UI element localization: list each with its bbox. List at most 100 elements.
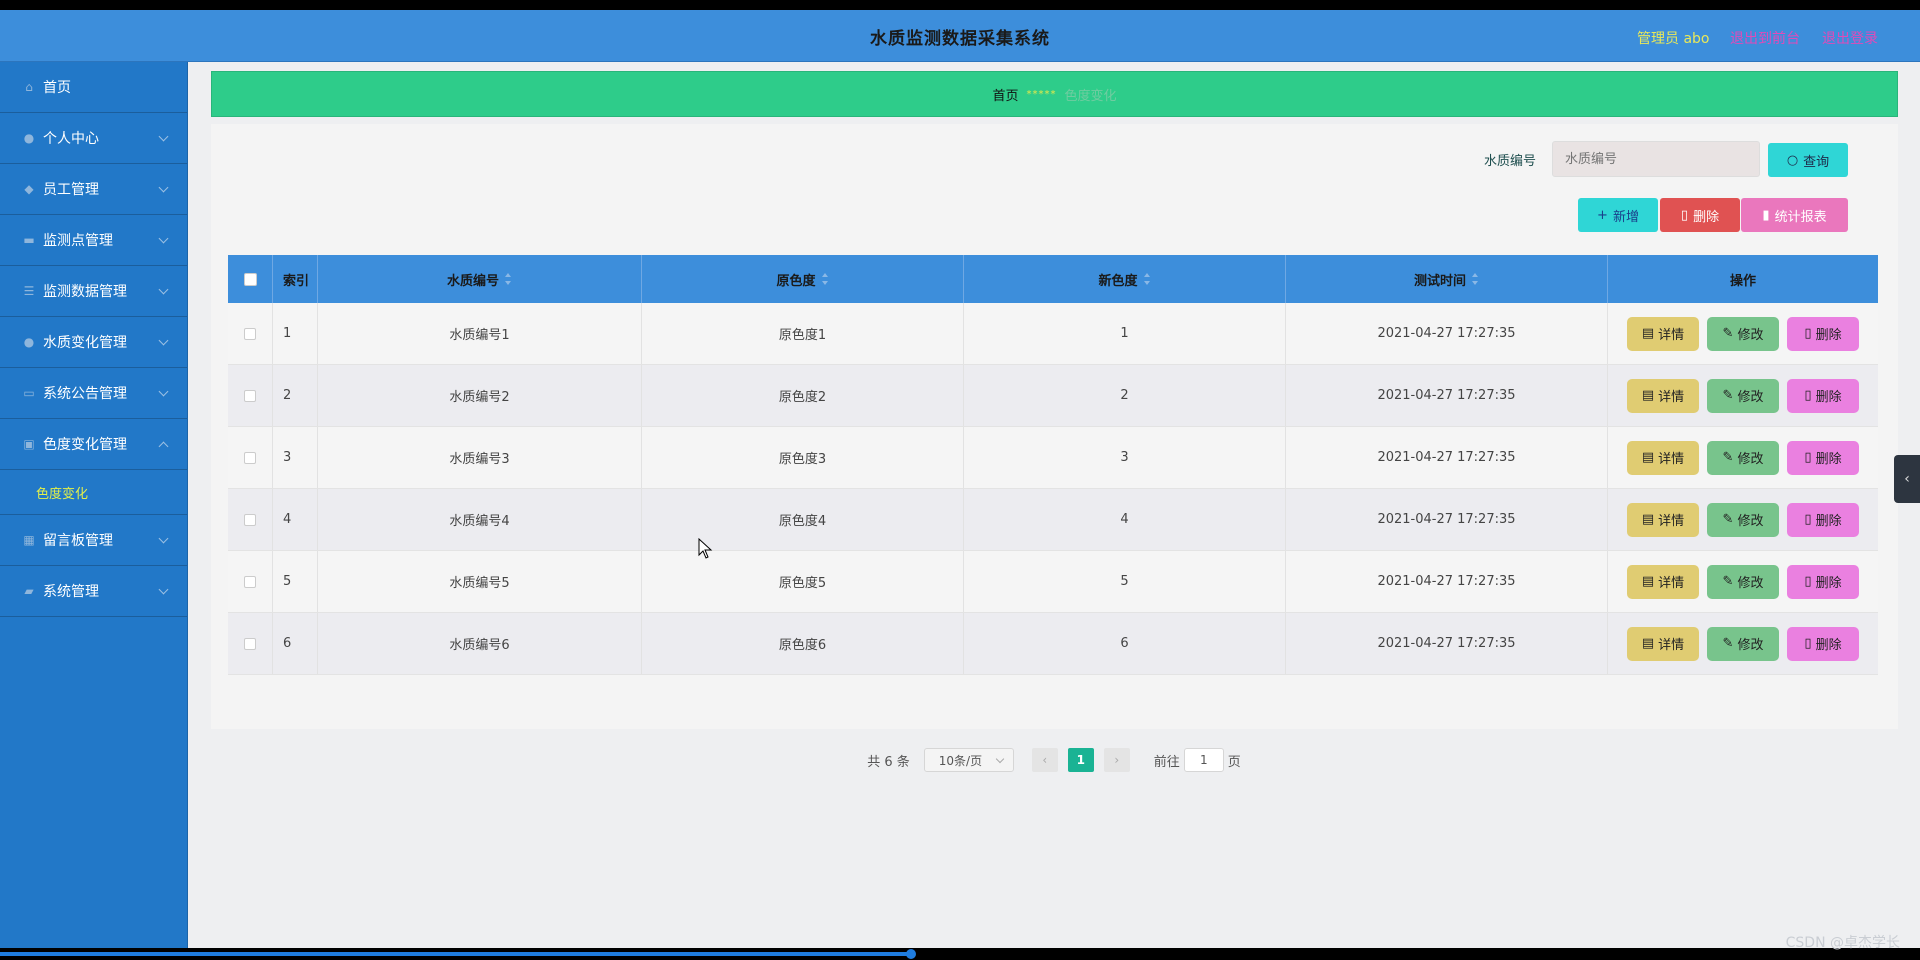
sort-icon[interactable] [1472, 273, 1479, 285]
detail-button[interactable]: ▤ 详情 [1627, 564, 1699, 599]
row-checkbox[interactable] [244, 637, 256, 650]
delete-button[interactable]: ▯ 删除 [1787, 502, 1859, 537]
exit-to-front-link[interactable]: 退出到前台 [1730, 28, 1800, 48]
select-all-checkbox[interactable] [243, 272, 257, 286]
logout-link[interactable]: 退出登录 [1822, 28, 1878, 48]
table-row: 6 水质编号6 原色度6 6 2021-04-27 17:27:35 ▤ 详情 ✎ 修改 ▯ 删除 [228, 613, 1878, 675]
sidebar-item-personal[interactable]: ● 个人中心 [0, 113, 187, 164]
sidebar-item-notice[interactable]: ▭ 系统公告管理 [0, 368, 187, 419]
delete-button[interactable]: ▯ 删除 [1787, 316, 1859, 351]
cell-ops: ▤ 详情 ✎ 修改 ▯ 删除 [1608, 365, 1878, 426]
sidebar-item-staff[interactable]: ◆ 员工管理 [0, 164, 187, 215]
detail-button[interactable]: ▤ 详情 [1627, 316, 1699, 351]
sidebar-item-label: 水质变化管理 [43, 335, 127, 351]
query-button[interactable]: ○ 查询 [1768, 143, 1848, 177]
detail-button[interactable]: ▤ 详情 [1627, 626, 1699, 661]
header-index: 索引 [273, 255, 318, 303]
cell-new: 6 [964, 613, 1286, 674]
page-size-select[interactable]: 10条/页 [923, 748, 1014, 772]
sort-icon[interactable] [1143, 273, 1151, 285]
mouse-cursor [698, 538, 713, 559]
sort-icon[interactable] [505, 273, 512, 285]
header-time[interactable]: 测试时间 [1286, 255, 1608, 303]
edit-button[interactable]: ✎ 修改 [1707, 378, 1779, 413]
sidebar-subitem-color-change[interactable]: 色度变化 [0, 470, 187, 515]
row-checkbox[interactable] [244, 327, 256, 340]
chevron-down-icon [158, 386, 169, 397]
edit-button[interactable]: ✎ 修改 [1707, 502, 1779, 537]
row-checkbox[interactable] [244, 451, 256, 464]
page-number-button[interactable]: 1 [1067, 748, 1094, 772]
app-header: 水质监测数据采集系统 管理员 abo 退出到前台 退出登录 [0, 10, 1920, 62]
collapse-panel-button[interactable]: ‹ [1894, 455, 1920, 503]
next-page-button[interactable]: › [1103, 748, 1130, 772]
edit-button[interactable]: ✎ 修改 [1707, 316, 1779, 351]
detail-button-label: 详情 [1658, 328, 1685, 343]
notice-icon: ▭ [23, 386, 35, 400]
sidebar-item-label: 留言板管理 [43, 533, 113, 549]
detail-button[interactable]: ▤ 详情 [1627, 502, 1699, 537]
prev-page-button[interactable]: ‹ [1031, 748, 1058, 772]
video-progress-knob[interactable] [906, 949, 916, 959]
detail-button-label: 详情 [1658, 638, 1685, 653]
delete-button[interactable]: ▯ 删除 [1787, 564, 1859, 599]
plus-icon: + [1597, 207, 1608, 223]
stat-report-button[interactable]: ▮ 统计报表 [1741, 198, 1848, 232]
cell-code: 水质编号6 [318, 613, 642, 674]
sidebar-item-home[interactable]: ⌂ 首页 [0, 62, 187, 113]
edit-button-label: 修改 [1737, 452, 1764, 467]
cell-time: 2021-04-27 17:27:35 [1286, 551, 1608, 612]
edit-button[interactable]: ✎ 修改 [1707, 440, 1779, 475]
user-icon: ● [23, 335, 35, 349]
cell-ops: ▤ 详情 ✎ 修改 ▯ 删除 [1608, 303, 1878, 364]
chevron-down-icon [158, 533, 169, 544]
edit-button-label: 修改 [1737, 576, 1764, 591]
sidebar-item-color-change[interactable]: ▣ 色度变化管理 [0, 419, 187, 470]
detail-button[interactable]: ▤ 详情 [1627, 440, 1699, 475]
trash-icon: ▯ [1804, 512, 1812, 527]
chevron-up-icon [158, 441, 169, 452]
sidebar-item-message-board[interactable]: ▦ 留言板管理 [0, 515, 187, 566]
video-progress-bar[interactable] [0, 952, 912, 956]
document-icon: ▤ [1641, 636, 1655, 651]
header-code[interactable]: 水质编号 [318, 255, 642, 303]
document-icon: ▤ [1641, 450, 1655, 465]
cell-orig: 原色度5 [642, 551, 964, 612]
delete-button[interactable]: ▯ 删除 [1787, 626, 1859, 661]
cell-time: 2021-04-27 17:27:35 [1286, 427, 1608, 488]
delete-button[interactable]: ▯ 删除 [1787, 378, 1859, 413]
ticket-icon: ▰ [24, 584, 34, 598]
sort-icon[interactable] [821, 273, 829, 285]
table-body: 1 水质编号1 原色度1 1 2021-04-27 17:27:35 ▤ 详情 ✎ 修改 ▯ 删除 2… [228, 303, 1878, 675]
header-new[interactable]: 新色度 [964, 255, 1286, 303]
detail-button[interactable]: ▤ 详情 [1627, 378, 1699, 413]
goto-page-input[interactable]: 1 [1183, 748, 1224, 772]
row-checkbox[interactable] [244, 389, 256, 402]
row-checkbox[interactable] [244, 513, 256, 526]
search-icon: ○ [1786, 152, 1799, 168]
breadcrumb-home[interactable]: 首页 [992, 85, 1018, 104]
delete-button-label: 删除 [1815, 452, 1842, 467]
edit-button[interactable]: ✎ 修改 [1707, 564, 1779, 599]
sidebar-item-monitor-data[interactable]: ☰ 监测数据管理 [0, 266, 187, 317]
search-input[interactable] [1552, 141, 1760, 177]
cell-code: 水质编号5 [318, 551, 642, 612]
trash-icon: ▯ [1804, 450, 1812, 465]
header-ops-label: 操作 [1729, 273, 1756, 289]
sidebar-item-monitor-points[interactable]: ▬ 监测点管理 [0, 215, 187, 266]
sidebar-item-system[interactable]: ▰ 系统管理 [0, 566, 187, 617]
row-checkbox[interactable] [244, 575, 256, 588]
header-index-label: 索引 [283, 273, 310, 289]
sidebar-item-water-change[interactable]: ● 水质变化管理 [0, 317, 187, 368]
trash-icon: ▯ [1804, 388, 1812, 403]
delete-button[interactable]: ▯ 删除 [1787, 440, 1859, 475]
cell-orig: 原色度6 [642, 613, 964, 674]
header-orig[interactable]: 原色度 [642, 255, 964, 303]
chevron-down-icon [158, 284, 169, 295]
edit-button[interactable]: ✎ 修改 [1707, 626, 1779, 661]
delete-button-label: 删除 [1815, 514, 1842, 529]
cell-new: 4 [964, 489, 1286, 550]
batch-delete-button[interactable]: ▯ 删除 [1660, 198, 1740, 232]
cell-orig: 原色度4 [642, 489, 964, 550]
add-button[interactable]: + 新增 [1578, 198, 1658, 232]
